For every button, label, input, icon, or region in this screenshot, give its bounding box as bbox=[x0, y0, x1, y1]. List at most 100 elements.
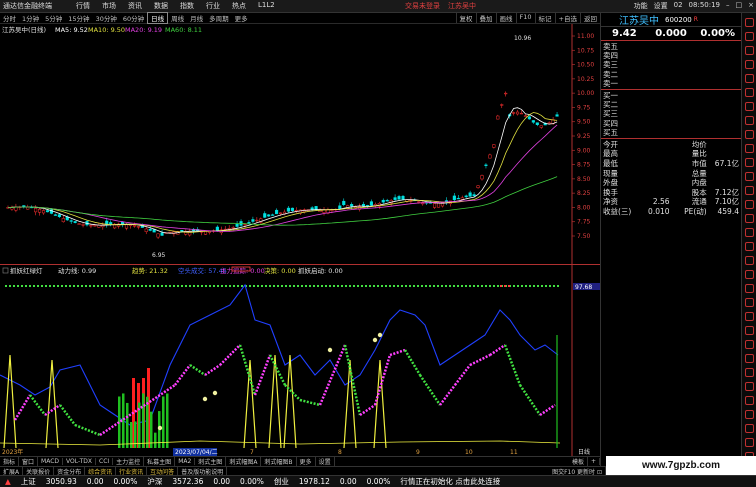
menu-item[interactable]: 数据 bbox=[148, 1, 174, 11]
minimize-icon[interactable]: – bbox=[726, 1, 730, 11]
sidebar-tool-icon[interactable] bbox=[745, 172, 754, 181]
login-alert[interactable]: 交易未登录 bbox=[405, 1, 440, 11]
sidebar-tool-icon[interactable] bbox=[745, 18, 754, 27]
indicator-tab[interactable]: 指标 bbox=[0, 457, 20, 466]
menu-item[interactable]: 行情 bbox=[70, 1, 96, 11]
sidebar-tool-icon[interactable] bbox=[745, 354, 754, 363]
candle-body bbox=[397, 196, 401, 200]
indicator-svg[interactable]: 抓妖红绿灯 动力线: 0.99 趋势: 21.32 空头成交: 57.45 主力… bbox=[0, 265, 600, 456]
stats-cell bbox=[707, 149, 739, 159]
sidebar-tool-icon[interactable] bbox=[745, 158, 754, 167]
stock-name[interactable]: 江苏吴中 bbox=[601, 12, 659, 27]
sidebar-tool-icon[interactable] bbox=[745, 102, 754, 111]
back-button[interactable]: 返回 bbox=[580, 13, 600, 23]
period-tab[interactable]: 30分钟 bbox=[93, 13, 120, 23]
period-tab[interactable]: 周线 bbox=[168, 13, 187, 23]
period-tab[interactable]: 多周期 bbox=[206, 13, 232, 23]
candle-body bbox=[401, 195, 405, 200]
period-tab[interactable]: 更多 bbox=[232, 13, 251, 23]
signal-dot bbox=[309, 285, 311, 287]
sidebar-tool-icon[interactable] bbox=[745, 214, 754, 223]
status-message[interactable]: 行情正在初始化 点击此处连接 bbox=[395, 476, 505, 487]
candle-body bbox=[271, 214, 275, 216]
period-tab[interactable]: 15分钟 bbox=[65, 13, 92, 23]
sidebar-tool-icon[interactable] bbox=[745, 130, 754, 139]
sidebar-tool-icon[interactable] bbox=[745, 116, 754, 125]
candlestick-chart[interactable]: 江苏吴中(日线) MA5: 9.52 MA10: 9.50 MA20: 9.19… bbox=[0, 24, 600, 265]
period-tab[interactable]: 分时 bbox=[0, 13, 19, 23]
indicator-tab[interactable]: 窗口 bbox=[19, 457, 39, 466]
indicator-tab[interactable]: 设置 bbox=[316, 457, 335, 466]
sidebar-tool-icon[interactable] bbox=[745, 298, 754, 307]
f10-button[interactable]: F10 bbox=[515, 13, 535, 23]
signal-dot bbox=[545, 285, 547, 287]
sidebar-tool-icon[interactable] bbox=[745, 284, 754, 293]
sidebar-tool-icon[interactable] bbox=[745, 438, 754, 447]
draw-button[interactable]: 画线 bbox=[495, 13, 516, 23]
candle-body bbox=[290, 207, 294, 211]
candlestick-svg[interactable]: 江苏吴中(日线) MA5: 9.52 MA10: 9.50 MA20: 9.19… bbox=[0, 24, 600, 265]
rhythm-segment bbox=[219, 344, 241, 366]
sidebar-tool-icon[interactable] bbox=[745, 60, 754, 69]
sidebar-tool-icon[interactable] bbox=[745, 200, 754, 209]
sidebar-tool-icon[interactable] bbox=[745, 256, 754, 265]
settings-button[interactable]: 设置 bbox=[654, 1, 668, 11]
add-tab-button[interactable]: + bbox=[588, 458, 600, 465]
menu-item[interactable]: 行业 bbox=[200, 1, 226, 11]
indicator-tab[interactable]: 私募主图 bbox=[144, 457, 176, 466]
candle-body bbox=[492, 144, 496, 148]
sidebar-tool-icon[interactable] bbox=[745, 242, 754, 251]
function-button[interactable]: 功能 bbox=[634, 1, 648, 11]
x-tick: 7 bbox=[250, 449, 254, 456]
sidebar-tool-icon[interactable] bbox=[745, 312, 754, 321]
sidebar-tool-icon[interactable] bbox=[745, 186, 754, 195]
menu-item[interactable]: 热点 bbox=[226, 1, 252, 11]
maximize-icon[interactable]: □ bbox=[736, 1, 743, 11]
indicator-tab[interactable]: CCI bbox=[96, 458, 114, 465]
indicator-tab[interactable]: MA2 bbox=[175, 458, 196, 465]
close-icon[interactable]: × bbox=[748, 1, 754, 11]
sidebar-tool-icon[interactable] bbox=[745, 74, 754, 83]
candle-body bbox=[77, 223, 81, 225]
sidebar-tool-icon[interactable] bbox=[745, 424, 754, 433]
sidebar-tool-icon[interactable] bbox=[745, 88, 754, 97]
indicator-chart[interactable]: 抓妖红绿灯 动力线: 0.99 趋势: 21.32 空头成交: 57.45 主力… bbox=[0, 265, 600, 475]
signal-dot bbox=[89, 285, 91, 287]
menu-item[interactable]: 资讯 bbox=[122, 1, 148, 11]
mark-button[interactable]: 标记 bbox=[534, 13, 555, 23]
period-tab[interactable]: 5分钟 bbox=[42, 13, 65, 23]
sidebar-tool-icon[interactable] bbox=[745, 228, 754, 237]
indicator-tab[interactable]: 更多 bbox=[297, 457, 316, 466]
indicator-tab[interactable]: 刺式幅图B bbox=[261, 457, 297, 466]
period-tab[interactable]: 1分钟 bbox=[19, 13, 42, 23]
sidebar-tool-icon[interactable] bbox=[745, 382, 754, 391]
sidebar-tool-icon[interactable] bbox=[745, 326, 754, 335]
indicator-tab[interactable]: MACD bbox=[38, 458, 64, 465]
candle-body bbox=[468, 192, 472, 197]
indicator-tab[interactable]: VOL-TDX bbox=[63, 458, 96, 465]
sidebar-tool-icon[interactable] bbox=[745, 144, 754, 153]
signal-marker bbox=[372, 337, 378, 343]
sidebar-tool-icon[interactable] bbox=[745, 340, 754, 349]
sidebar-tool-icon[interactable] bbox=[745, 32, 754, 41]
period-tab[interactable]: 60分钟 bbox=[120, 13, 147, 23]
sidebar-tool-icon[interactable] bbox=[745, 270, 754, 279]
indicator-tab[interactable]: 主力监控 bbox=[113, 457, 145, 466]
sidebar-tool-icon[interactable] bbox=[745, 368, 754, 377]
overlay-button[interactable]: 叠加 bbox=[475, 13, 496, 23]
sidebar-tool-icon[interactable] bbox=[745, 396, 754, 405]
menu-item[interactable]: 市场 bbox=[96, 1, 122, 11]
stats-cell bbox=[642, 188, 669, 198]
indicator-tab[interactable]: 刺式主图 bbox=[195, 457, 227, 466]
period-tab[interactable]: 月线 bbox=[187, 13, 206, 23]
add-watchlist-button[interactable]: +自选 bbox=[554, 13, 580, 23]
menu-item[interactable]: 指数 bbox=[174, 1, 200, 11]
menu-item[interactable]: L1L2 bbox=[252, 1, 281, 11]
sidebar-tool-icon[interactable] bbox=[745, 46, 754, 55]
indicator-tab[interactable]: 刺式幅图A bbox=[226, 457, 262, 466]
template-tab[interactable]: 模板 bbox=[569, 457, 588, 466]
indicator-toggle-icon[interactable] bbox=[2, 267, 9, 274]
period-tab-active[interactable]: 日线 bbox=[147, 12, 169, 24]
sidebar-tool-icon[interactable] bbox=[745, 410, 754, 419]
adjust-button[interactable]: 复权 bbox=[455, 13, 476, 23]
